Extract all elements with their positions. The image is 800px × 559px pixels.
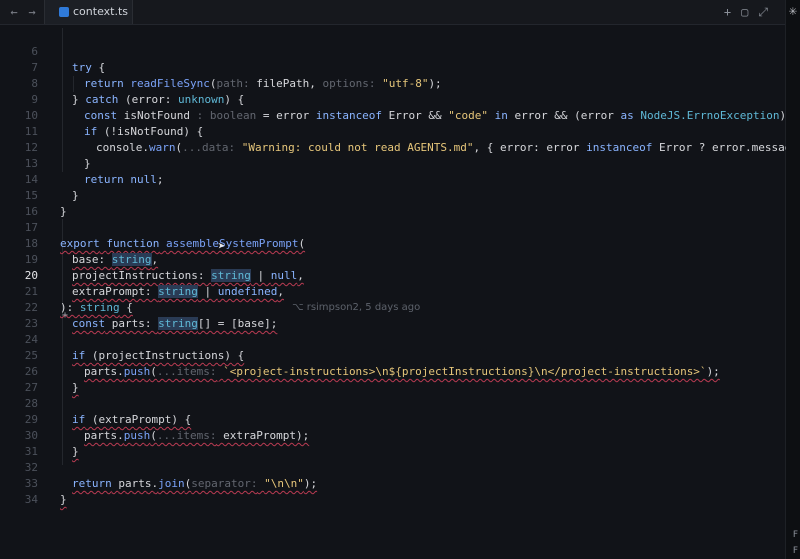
code-line-29: 29 parts.push(...items: extraPrompt);	[24, 413, 310, 442]
code-line-23: 23	[24, 317, 38, 330]
code-line-17: 17 export function assembleSystemPrompt(	[24, 221, 306, 250]
code-line-8: 8 } catch (error: unknown) {	[31, 77, 245, 106]
code-line-30: 30 }	[24, 429, 79, 458]
mouse-pointer-icon: ➤	[218, 239, 226, 253]
code-line-13: 13 return null;	[24, 157, 164, 186]
code-line-32: 32 return parts.join(separator: "\n\n");	[24, 461, 318, 490]
code-line-24: 24 if (projectInstructions) {	[24, 333, 245, 362]
right-panel-strip	[785, 0, 800, 559]
code-line-31: 31	[24, 445, 38, 458]
git-blame-annotation: ⌥ rsimpson2, 5 days ago	[292, 302, 421, 313]
code-line-10: 10 if (!isNotFound) {	[24, 109, 204, 138]
code-line-14: 14 }	[24, 173, 79, 202]
code-line-25: 25 parts.push(...items: `<project-instru…	[24, 349, 720, 378]
indent-guide	[62, 219, 63, 465]
code-line-28: 28 if (extraPrompt) {	[24, 397, 192, 426]
code-line-16: 16	[24, 205, 38, 218]
add-line-icon[interactable]: +	[62, 310, 68, 321]
code-line-22: 22 const parts: string[] = [base];	[24, 301, 278, 330]
indent-guide	[62, 28, 63, 172]
code-line-9: 9 const isNotFound : boolean = error ins…	[31, 93, 786, 122]
code-line-12: 12 }	[24, 141, 91, 170]
code-line-11: 11 console.warn(...data: "Warning: could…	[24, 125, 786, 154]
code-line-6: 6 try {	[31, 45, 106, 74]
code-line-34: 34	[24, 493, 38, 506]
code-line-27: 27	[24, 381, 38, 394]
code-editor[interactable]: 6 try { 7 return readFileSync(path: file…	[0, 12, 786, 559]
code-line-15: 15 }	[24, 189, 67, 218]
code-line-18: 18 base: string,	[24, 237, 159, 266]
code-line-21: 21 ): string {	[24, 285, 133, 314]
code-line-20: 20 extraPrompt: string | undefined, ⌥ rs…	[0, 252, 420, 313]
code-line-7: 7 return readFileSync(path: filePath, op…	[31, 61, 442, 90]
panel-letter: F	[792, 530, 798, 540]
indent-guide	[73, 76, 74, 92]
code-line-19: 19 projectInstructions: string | null,	[24, 253, 304, 282]
panel-letter-2: F	[792, 546, 798, 556]
code-line-33: 33 }	[24, 477, 67, 506]
code-line-26: 26 }	[24, 365, 79, 394]
sparkle-icon[interactable]: ✳	[786, 2, 800, 20]
